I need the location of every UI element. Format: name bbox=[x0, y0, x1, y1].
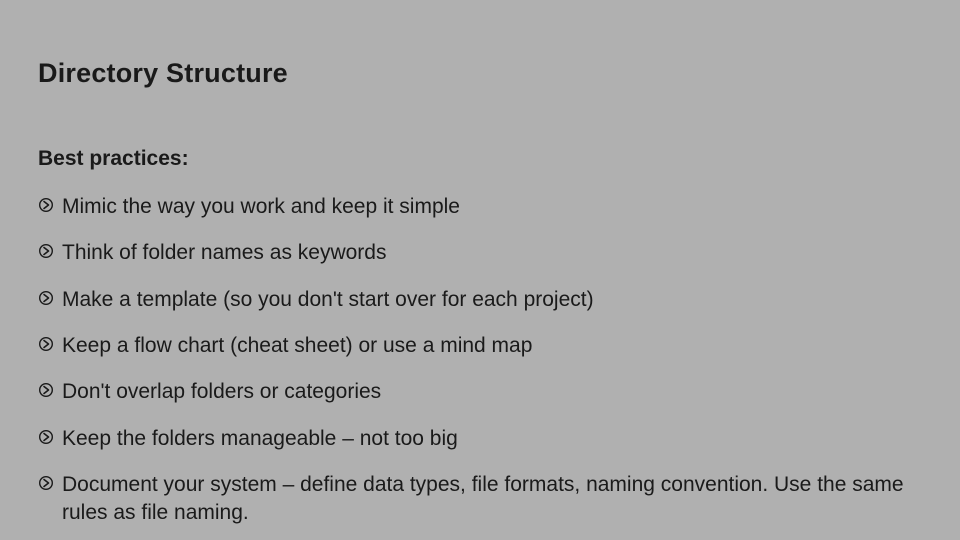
bullet-text: Think of folder names as keywords bbox=[62, 241, 386, 264]
list-item: Think of folder names as keywords bbox=[38, 239, 922, 267]
bullet-text: Make a template (so you don't start over… bbox=[62, 288, 594, 311]
bullet-text: Document your system – define data types… bbox=[62, 473, 904, 524]
list-item: Keep the folders manageable – not too bi… bbox=[38, 425, 922, 453]
circle-arrow-icon bbox=[38, 336, 54, 352]
circle-arrow-icon bbox=[38, 429, 54, 445]
slide-subtitle: Best practices: bbox=[38, 147, 922, 171]
bullet-text: Keep the folders manageable – not too bi… bbox=[62, 427, 458, 450]
list-item: Mimic the way you work and keep it simpl… bbox=[38, 193, 922, 221]
list-item: Keep a flow chart (cheat sheet) or use a… bbox=[38, 332, 922, 360]
circle-arrow-icon bbox=[38, 475, 54, 491]
bullet-text: Don't overlap folders or categories bbox=[62, 380, 381, 403]
bullet-text: Keep a flow chart (cheat sheet) or use a… bbox=[62, 334, 532, 357]
list-item: Make a template (so you don't start over… bbox=[38, 286, 922, 314]
bullet-list: Mimic the way you work and keep it simpl… bbox=[38, 193, 922, 528]
bullet-text: Mimic the way you work and keep it simpl… bbox=[62, 195, 460, 218]
circle-arrow-icon bbox=[38, 243, 54, 259]
slide-title: Directory Structure bbox=[38, 58, 922, 89]
circle-arrow-icon bbox=[38, 197, 54, 213]
slide: Directory Structure Best practices: Mimi… bbox=[0, 0, 960, 540]
circle-arrow-icon bbox=[38, 382, 54, 398]
list-item: Don't overlap folders or categories bbox=[38, 378, 922, 406]
circle-arrow-icon bbox=[38, 290, 54, 306]
list-item: Document your system – define data types… bbox=[38, 471, 922, 528]
